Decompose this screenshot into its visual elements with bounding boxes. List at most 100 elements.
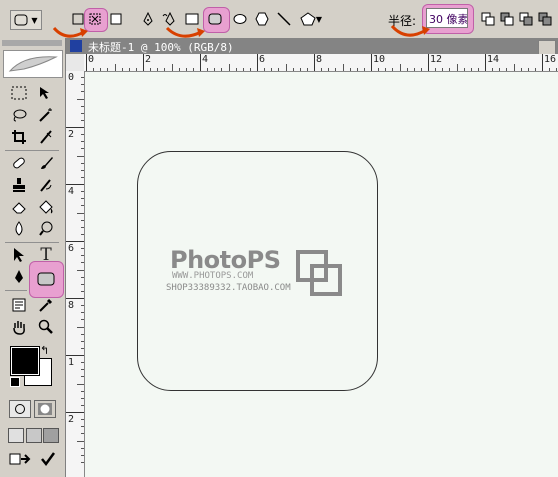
ruler-minor-tick [207, 68, 209, 71]
ruler-minor-tick [100, 68, 102, 71]
ruler-tick [200, 54, 201, 71]
checkmark-button[interactable] [38, 450, 58, 468]
options-bar: ▼ ▼ 半径: 30 像素 [0, 0, 558, 39]
dodge-tool[interactable] [35, 218, 57, 240]
ruler-minor-tick [81, 447, 84, 449]
tool-divider [5, 290, 27, 291]
move-tool[interactable] [35, 82, 57, 104]
ruler-minor-tick [328, 68, 330, 71]
ruler-minor-tick [81, 433, 84, 435]
ruler-tick-label: 1 [68, 357, 75, 368]
ellipse-tool-button[interactable] [232, 11, 248, 27]
ruler-minor-tick [164, 68, 166, 71]
hand-tool[interactable] [8, 316, 30, 338]
minimize-button[interactable] [538, 40, 556, 55]
swap-colors-icon[interactable]: ↰ [40, 344, 49, 357]
paint-bucket-tool[interactable] [35, 196, 57, 218]
ruler-minor-tick [477, 68, 479, 71]
stamp-icon [13, 178, 25, 192]
horizontal-ruler[interactable]: 0 2 4 6 8 10 12 14 16 [84, 54, 558, 72]
ruler-minor-tick [114, 64, 116, 71]
brush-tool[interactable] [35, 152, 57, 174]
path-selection-tool[interactable] [8, 244, 30, 266]
exclude-overlap-button[interactable] [537, 11, 553, 27]
line-icon [277, 12, 291, 26]
blur-tool[interactable] [8, 218, 30, 240]
pen-tool[interactable] [8, 266, 30, 288]
line-tool-button[interactable] [276, 11, 292, 27]
intersect-shapes-icon [519, 12, 533, 26]
fill-pixels-button[interactable] [108, 11, 124, 27]
rounded-rectangle-tool-button[interactable] [207, 11, 223, 27]
quick-mask-button[interactable] [34, 400, 56, 418]
screen-mode-full-button[interactable] [43, 428, 59, 443]
vertical-ruler[interactable]: 0 2 4 6 8 1 2 [66, 71, 85, 477]
ruler-tick [66, 184, 84, 185]
ruler-minor-tick [235, 68, 237, 71]
eyedropper-tool[interactable] [35, 294, 57, 316]
healing-brush-tool[interactable] [8, 152, 30, 174]
panel-grip[interactable] [2, 40, 62, 46]
marquee-icon [11, 86, 27, 100]
ruler-minor-tick [185, 68, 187, 71]
ruler-minor-tick [81, 454, 84, 456]
marquee-tool[interactable] [8, 82, 30, 104]
ruler-minor-tick [81, 226, 84, 228]
combine-shapes-button[interactable] [480, 11, 496, 27]
pen-tool-button[interactable] [140, 11, 156, 27]
ruler-minor-tick [150, 68, 152, 71]
ruler-tick [314, 54, 315, 71]
ruler-tick-label: 2 [68, 129, 75, 140]
ruler-minor-tick [77, 212, 84, 214]
ruler-tick-label: 12 [430, 54, 443, 65]
intersect-shapes-button[interactable] [518, 11, 534, 27]
standard-mode-button[interactable] [9, 400, 31, 418]
notes-tool[interactable] [8, 294, 30, 316]
zoom-tool[interactable] [35, 316, 57, 338]
subtract-shapes-button[interactable] [499, 11, 515, 27]
ruler-minor-tick [299, 68, 301, 71]
screen-mode-full-menu-button[interactable] [26, 428, 42, 443]
ruler-minor-tick [214, 68, 216, 71]
ruler-minor-tick [556, 68, 558, 71]
magic-wand-tool[interactable] [35, 104, 57, 126]
ruler-minor-tick [442, 68, 444, 71]
default-colors-icon[interactable] [10, 377, 20, 387]
jump-to-imageready-button[interactable] [8, 450, 36, 468]
feather-logo[interactable] [3, 50, 63, 78]
document-title: 未标题-1 @ 100% (RGB/8) [88, 41, 234, 54]
rounded-rectangle-tool[interactable] [35, 268, 57, 290]
ruler-tick-label: 6 [68, 243, 75, 254]
ruler-minor-tick [435, 68, 437, 71]
history-brush-tool[interactable] [35, 174, 57, 196]
ruler-tick-label: 4 [68, 186, 75, 197]
ruler-tick [143, 54, 144, 71]
eraser-icon [12, 202, 26, 214]
ruler-tick [542, 54, 543, 71]
crop-tool[interactable] [8, 126, 30, 148]
clone-stamp-tool[interactable] [8, 174, 30, 196]
document-icon [70, 40, 82, 52]
ruler-minor-tick [228, 64, 230, 71]
ruler-minor-tick [463, 68, 465, 71]
ruler-tick-label: 4 [202, 54, 209, 65]
ruler-tick [66, 241, 84, 242]
polygon-tool-button[interactable] [254, 11, 270, 27]
note-icon [12, 298, 26, 312]
slice-tool[interactable] [35, 126, 57, 148]
foreground-color-swatch[interactable] [10, 346, 40, 376]
ruler-origin[interactable] [66, 54, 85, 72]
imageready-icon [9, 453, 31, 465]
rounded-rect-preset-icon [14, 14, 28, 26]
ruler-minor-tick [81, 198, 84, 200]
eraser-tool[interactable] [8, 196, 30, 218]
tool-preset-picker[interactable]: ▼ [10, 10, 42, 30]
ruler-minor-tick [363, 68, 365, 71]
ruler-tick-label: 2 [145, 54, 152, 65]
custom-shape-tool-button[interactable]: ▼ [298, 11, 324, 27]
lasso-tool[interactable] [8, 104, 30, 126]
ruler-minor-tick [77, 98, 84, 100]
ruler-minor-tick [271, 68, 273, 71]
ruler-minor-tick [81, 369, 84, 371]
screen-mode-standard-button[interactable] [8, 428, 24, 443]
